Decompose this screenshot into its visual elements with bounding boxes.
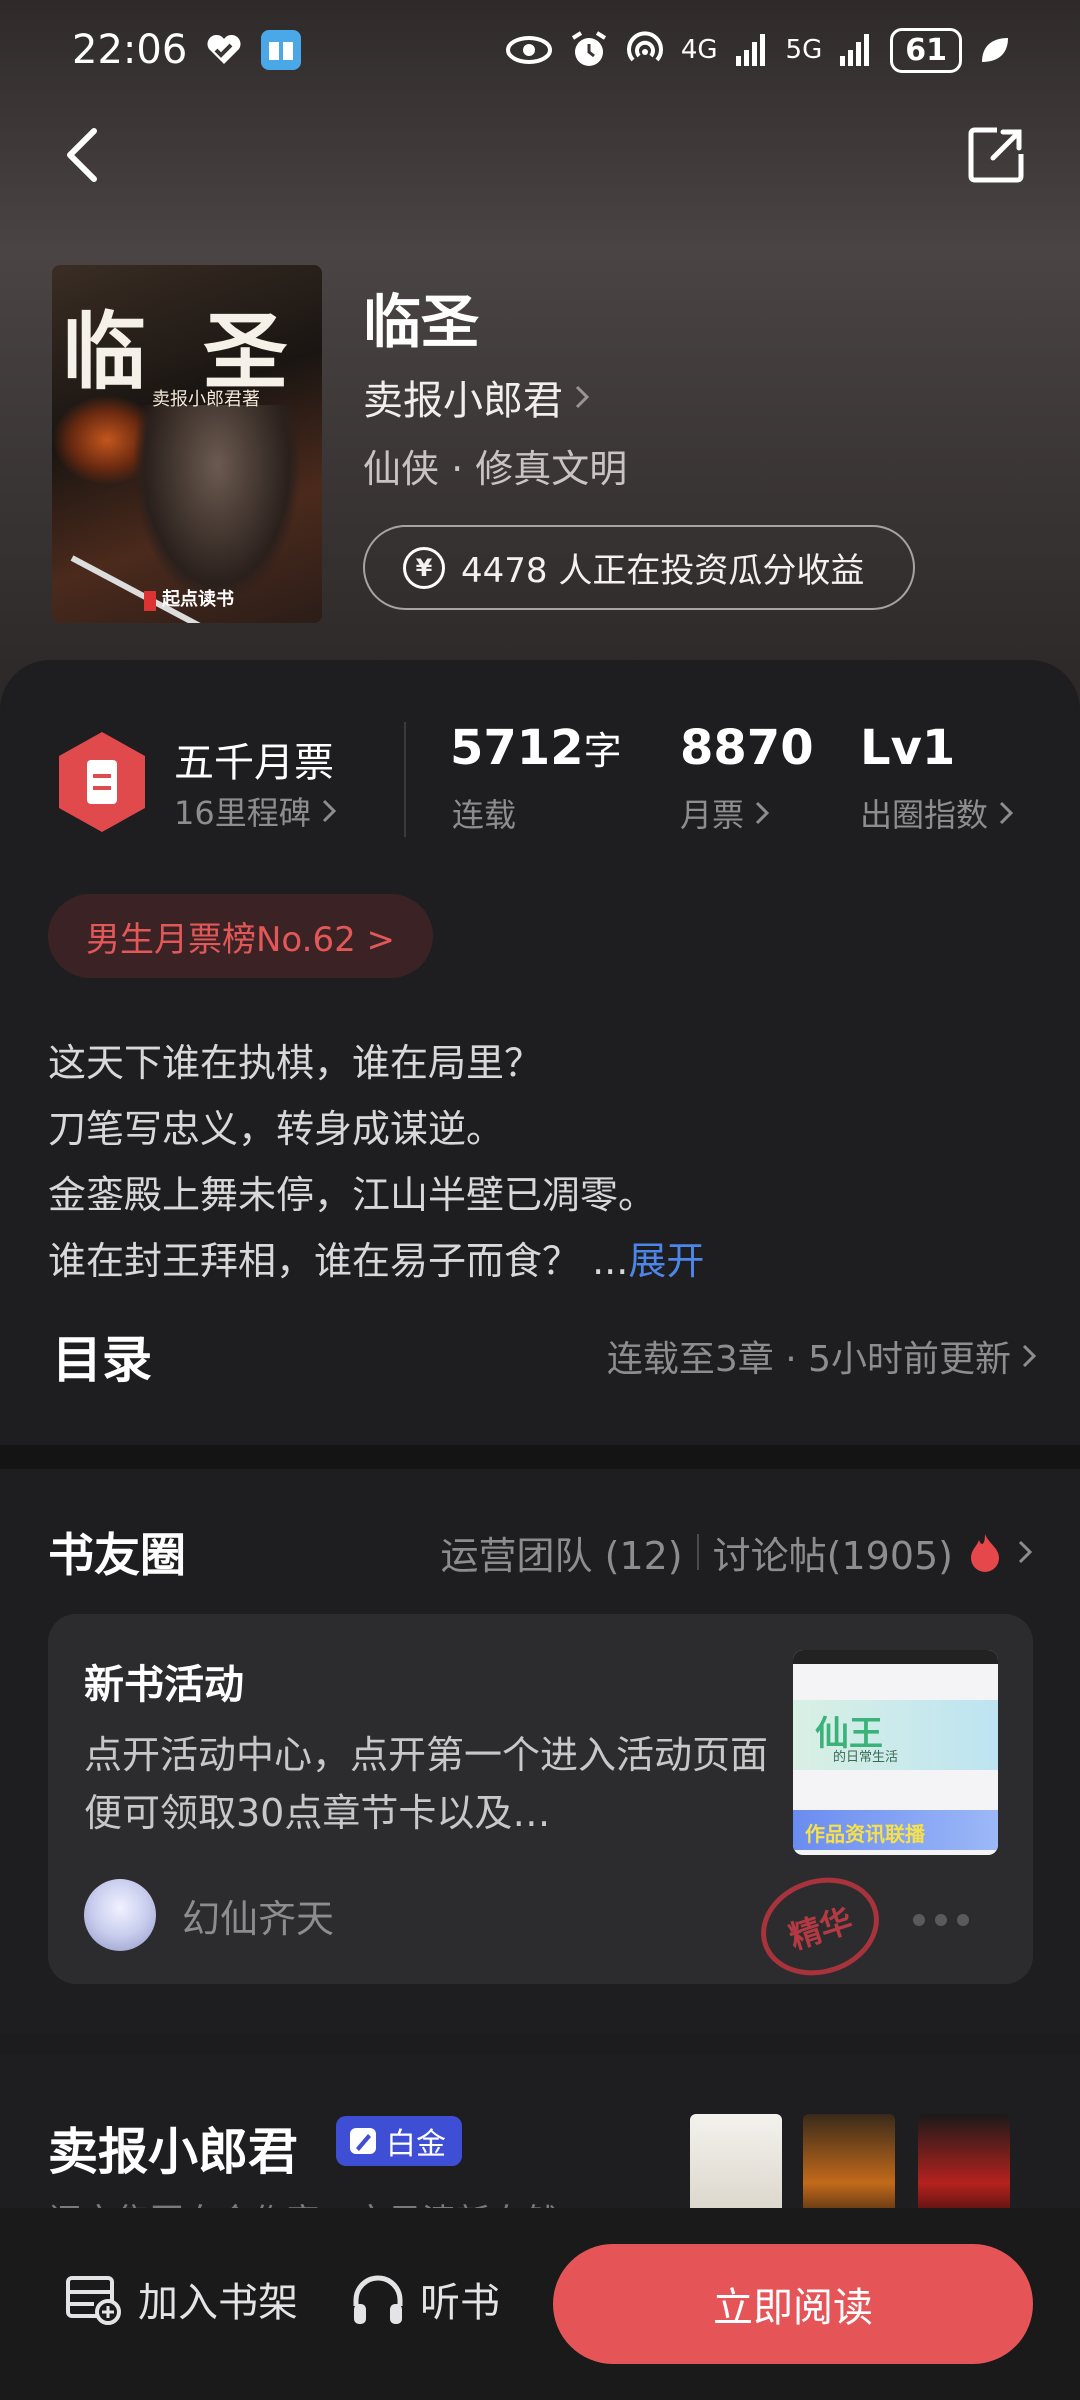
post-title: 新书活动 [84, 1662, 244, 1708]
cover-publisher-badge [144, 591, 156, 611]
chevron-right-icon [755, 801, 770, 825]
synopsis-line: 谁在封王拜相，谁在易子而食？ ...展开 [48, 1228, 1028, 1294]
book-author-name: 卖报小郎君 [363, 378, 563, 424]
alarm-icon [571, 31, 606, 66]
book-app-icon [261, 30, 302, 70]
avatar [84, 1879, 156, 1951]
signal-4g-label: 4G [680, 35, 718, 65]
chevron-right-icon [322, 799, 336, 823]
ops-team-count: 运营团队 (12) [440, 1533, 683, 1578]
eye-icon [505, 36, 552, 64]
leaf-icon [982, 38, 1008, 62]
signal-bars-icon [840, 34, 870, 66]
expand-link[interactable]: 展开 [628, 1239, 704, 1283]
chevron-left-icon [67, 128, 97, 182]
post-user[interactable]: 幻仙齐天 [84, 1879, 334, 1951]
book-info-card: 五千月票 16里程碑 5712字 连载 8870 月票 Lv1 出圈指数 男生月… [0, 660, 1080, 1445]
post-card[interactable]: 新书活动 点开活动中心，点开第一个进入活动页面便可领取30点章节卡以及… 仙王 … [48, 1614, 1033, 1991]
toc-row[interactable]: 目录 连载至3章 · 5小时前更新 [52, 1320, 1037, 1392]
yen-icon: ¥ [403, 546, 445, 589]
stats-divider [404, 722, 406, 837]
word-count-label: 连载 [452, 796, 517, 834]
level-link[interactable]: 出圈指数 [860, 790, 1014, 836]
chevron-right-icon [1018, 1540, 1033, 1564]
book-circle-section: 书友圈 运营团队 (12) 讨论帖(1905) 新书活动 点开活动中心，点开第一… [0, 1469, 1080, 2034]
toc-meta: 连载至3章 · 5小时前更新 [607, 1330, 1037, 1382]
book-author-link[interactable]: 卖报小郎君 [363, 368, 591, 426]
level-label: 出圈指数 [860, 796, 989, 834]
book-genre: 仙侠 · 修真文明 [363, 447, 628, 491]
author-name: 卖报小郎君 [48, 2123, 298, 2181]
synopsis-line-text: 谁在封王拜相，谁在易子而食？ ... [48, 1239, 629, 1283]
invest-pill[interactable]: ¥ 4478 人正在投资瓜分收益 [363, 525, 915, 610]
add-to-shelf-button[interactable]: 加入书架 [64, 2270, 298, 2328]
toc-meta-text: 连载至3章 · 5小时前更新 [606, 1339, 1011, 1380]
cover-author: 卖报小郎君著 [152, 389, 260, 410]
post-user-name: 幻仙齐天 [182, 1896, 335, 1941]
milestone-link[interactable]: 16里程碑 [174, 788, 337, 834]
fire-icon [971, 1534, 999, 1572]
thumb-sub-title: 的日常生活 [833, 1750, 899, 1765]
share-icon [968, 127, 1024, 183]
read-now-button[interactable]: 立即阅读 [553, 2244, 1033, 2364]
book-circle-header[interactable]: 书友圈 运营团队 (12) 讨论帖(1905) [48, 1519, 1033, 1585]
section-divider [0, 1445, 1080, 1469]
add-to-shelf-label: 加入书架 [138, 2280, 298, 2326]
bottom-action-bar: 加入书架 听书 立即阅读 [0, 2208, 1080, 2400]
status-bar: 22:06 4G 5G 61 [0, 0, 1080, 100]
status-time: 22:06 [72, 27, 188, 73]
hotspot-icon [626, 31, 663, 62]
meta-separator [696, 1534, 699, 1570]
synopsis-line: 金銮殿上舞未停，江山半壁已凋零。 [48, 1173, 657, 1217]
thumb-header-bar [793, 1650, 998, 1664]
add-shelf-icon [66, 2276, 121, 2325]
platinum-badge: 白金 [336, 2116, 462, 2166]
rank-pill[interactable]: 男生月票榜No.62 > [48, 894, 434, 978]
share-button[interactable] [956, 115, 1036, 195]
cover-publisher: 起点读书 [162, 589, 234, 610]
chevron-right-icon [1022, 1344, 1037, 1368]
chevron-right-icon [999, 801, 1014, 825]
ticket-label: 月票 [680, 796, 745, 834]
word-count: 5712字 [450, 720, 622, 776]
listen-button[interactable]: 听书 [350, 2270, 500, 2328]
headphones-icon [353, 2275, 403, 2324]
heart-check-icon [207, 34, 241, 64]
synopsis[interactable]: 这天下谁在执棋，谁在局里？ 刀笔写忠义，转身成谋逆。 金銮殿上舞未停，江山半壁已… [48, 1030, 1028, 1294]
listen-label: 听书 [420, 2280, 500, 2326]
synopsis-line: 刀笔写忠义，转身成谋逆。 [48, 1107, 505, 1151]
featured-stamp: 精华 [748, 1862, 892, 1991]
chevron-right-icon [575, 385, 590, 409]
cover-figure-art [132, 405, 302, 605]
battery-indicator: 61 [890, 27, 962, 73]
invest-text: 4478 人正在投资瓜分收益 [461, 551, 865, 591]
book-circle-title: 书友圈 [48, 1528, 186, 1582]
milestone-sub: 16里程碑 [174, 794, 311, 832]
book-title: 临圣 [363, 288, 480, 356]
word-count-unit: 字 [583, 729, 622, 773]
toc-title: 目录 [52, 1331, 152, 1389]
level-value: Lv1 [860, 720, 956, 776]
monthly-ticket-icon [59, 732, 145, 832]
signal-bars-icon [735, 34, 765, 66]
ticket-link[interactable]: 月票 [680, 790, 770, 836]
book-cover[interactable]: 临 圣 卖报小郎君著 起点读书 [52, 265, 322, 623]
pen-badge-icon [350, 2128, 376, 2154]
ticket-count: 8870 [680, 720, 814, 776]
word-count-value: 5712 [450, 720, 584, 776]
synopsis-line: 这天下谁在执棋，谁在局里？ [48, 1041, 543, 1085]
signal-5g-label: 5G [785, 35, 823, 65]
milestone-title: 五千月票 [174, 740, 334, 786]
discussion-count: 讨论帖(1905) [712, 1533, 953, 1578]
more-dots-icon[interactable] [913, 1914, 969, 1926]
platinum-badge-label: 白金 [386, 2127, 446, 2162]
back-button[interactable] [42, 115, 122, 195]
post-thumbnail[interactable]: 仙王 的日常生活 作品资讯联播 [793, 1650, 998, 1855]
post-body: 点开活动中心，点开第一个进入活动页面便可领取30点章节卡以及… [84, 1733, 769, 1835]
book-circle-meta: 运营团队 (12) 讨论帖(1905) [441, 1525, 1033, 1580]
thumb-footer-text: 作品资讯联播 [805, 1822, 925, 1846]
